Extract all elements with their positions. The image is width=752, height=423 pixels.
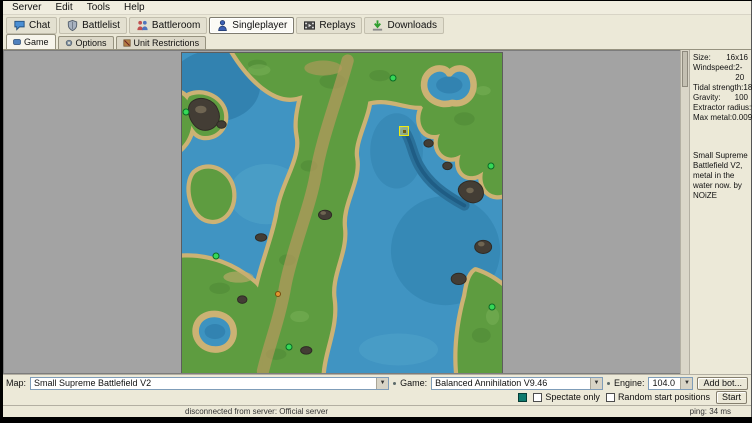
subtab-unit-restrictions[interactable]: Unit Restrictions	[116, 36, 207, 49]
battleroom-icon	[136, 19, 149, 32]
separator-dot	[393, 382, 396, 385]
main-area: Size:16x16 Windspeed:2-20 Tidal strength…	[3, 50, 751, 374]
status-bar: disconnected from server: Official serve…	[3, 405, 751, 417]
engine-select[interactable]: 104.0 ▼	[648, 377, 693, 390]
start-options-row: Spectate only Random start positions Sta…	[6, 390, 748, 404]
menu-edit[interactable]: Edit	[48, 1, 79, 14]
map-view	[3, 50, 680, 374]
tab-replays[interactable]: Replays	[296, 17, 362, 34]
spectate-only-checkbox[interactable]	[533, 393, 542, 402]
add-bot-button[interactable]: Add bot...	[697, 377, 748, 390]
lobby-window: Server Edit Tools Help Chat Battlelist B…	[3, 1, 752, 417]
info-row-maxmetal: Max metal:0.009	[693, 113, 748, 123]
chevron-down-icon[interactable]: ▼	[590, 378, 602, 389]
tab-battlelist[interactable]: Battlelist	[59, 17, 127, 34]
start-position-marker[interactable]	[489, 304, 496, 311]
engine-label: Engine:	[614, 378, 645, 388]
chevron-down-icon[interactable]: ▼	[376, 378, 388, 389]
map-preview[interactable]	[181, 52, 503, 374]
map-label: Map:	[6, 378, 26, 388]
start-position-marker[interactable]	[212, 253, 219, 260]
start-position-marker[interactable]	[286, 344, 293, 351]
separator-dot	[607, 382, 610, 385]
game-label: Game:	[400, 378, 427, 388]
replays-icon	[303, 19, 316, 32]
random-start-checkbox[interactable]	[606, 393, 615, 402]
connection-status: disconnected from server: Official serve…	[185, 407, 328, 416]
options-gear-icon	[65, 39, 73, 47]
menu-tools[interactable]: Tools	[80, 1, 117, 14]
start-position-marker[interactable]	[487, 162, 494, 169]
info-row-tidal: Tidal strength:18	[693, 83, 748, 93]
game-select[interactable]: Balanced Annihilation V9.46 ▼	[431, 377, 603, 390]
unit-restrictions-icon	[123, 39, 131, 47]
start-position-marker[interactable]	[275, 291, 281, 297]
downloads-icon	[371, 19, 384, 32]
player-color-swatch[interactable]	[518, 393, 527, 402]
chevron-down-icon[interactable]: ▼	[680, 378, 692, 389]
random-start-group[interactable]: Random start positions	[606, 392, 710, 402]
ping-status: ping: 34 ms	[690, 407, 731, 416]
menu-bar: Server Edit Tools Help	[3, 1, 751, 15]
start-button[interactable]: Start	[716, 391, 747, 404]
toolbar: Chat Battlelist Battleroom Singleplayer …	[3, 15, 751, 35]
singleplayer-icon	[216, 19, 229, 32]
tab-downloads[interactable]: Downloads	[364, 17, 443, 34]
info-row-size: Size:16x16	[693, 53, 748, 63]
scrollbar-thumb[interactable]	[682, 51, 688, 87]
start-position-marker[interactable]	[182, 109, 189, 116]
info-row-windspeed: Windspeed:2-20	[693, 63, 748, 83]
map-info-panel: Size:16x16 Windspeed:2-20 Tidal strength…	[689, 50, 751, 374]
map-description: Small Supreme Battlefield V2, metal in t…	[693, 151, 748, 201]
subtab-game[interactable]: Game	[6, 34, 56, 49]
spectate-only-group[interactable]: Spectate only	[533, 392, 600, 402]
subtab-options[interactable]: Options	[58, 36, 114, 49]
vertical-scrollbar[interactable]	[680, 50, 689, 374]
chat-icon	[13, 19, 26, 32]
tab-battleroom[interactable]: Battleroom	[129, 17, 207, 34]
battleroom-subtabs: Game Options Unit Restrictions	[3, 35, 751, 50]
map-select[interactable]: Small Supreme Battlefield V2 ▼	[30, 377, 389, 390]
menu-server[interactable]: Server	[5, 1, 48, 14]
start-position-marker[interactable]	[399, 126, 409, 136]
game-tab-icon	[13, 38, 21, 46]
menu-help[interactable]: Help	[117, 1, 152, 14]
bottom-controls: Map: Small Supreme Battlefield V2 ▼ Game…	[3, 374, 751, 405]
selection-row: Map: Small Supreme Battlefield V2 ▼ Game…	[6, 376, 748, 390]
tab-chat[interactable]: Chat	[6, 17, 57, 34]
info-row-extractor: Extractor radius:90	[693, 103, 748, 113]
map-terrain	[182, 53, 502, 373]
start-position-marker[interactable]	[389, 75, 396, 82]
tab-singleplayer[interactable]: Singleplayer	[209, 17, 294, 34]
battlelist-icon	[66, 19, 79, 32]
info-row-gravity: Gravity:100	[693, 93, 748, 103]
